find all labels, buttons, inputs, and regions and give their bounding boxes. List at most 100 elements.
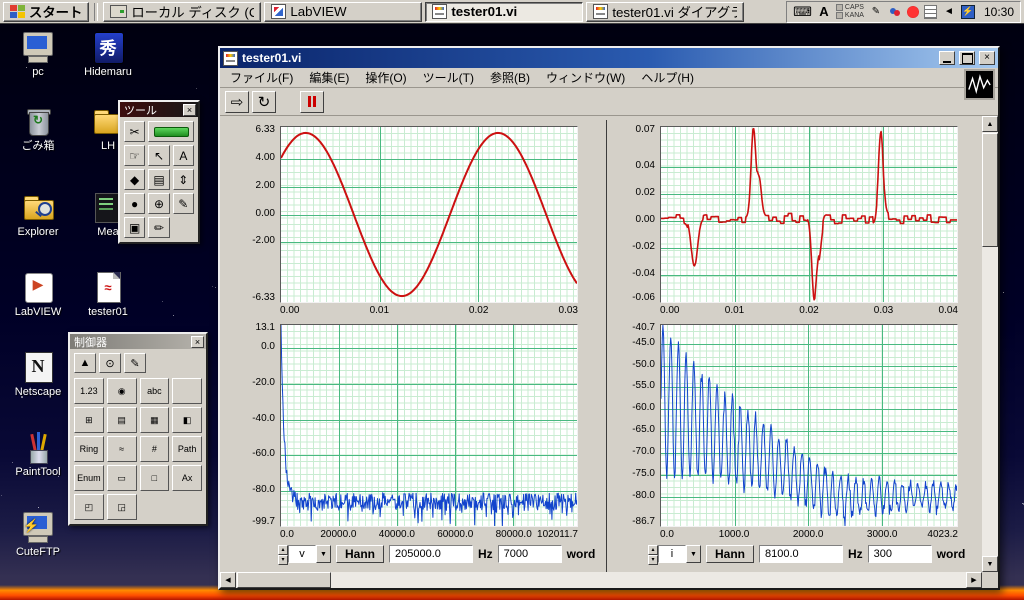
control-cell-10[interactable]: # <box>139 436 170 462</box>
menu-operate[interactable]: 操作(O) <box>357 68 414 87</box>
ring-dropdown-arrow[interactable]: ▼ <box>316 545 331 563</box>
control-cell-13[interactable]: ▭ <box>106 465 137 491</box>
horizontal-scroll-thumb[interactable] <box>237 572 331 588</box>
task-button-tester01-diagram[interactable]: tester01.vi ダイアグラム <box>586 1 745 22</box>
control-cell-5[interactable]: ▤ <box>106 407 137 433</box>
word-count-field-right[interactable]: 300 <box>867 545 932 563</box>
controls-palette-close-button[interactable]: × <box>191 335 204 348</box>
desktop-icon-pc[interactable]: pc <box>6 30 70 78</box>
control-cell-2[interactable]: abc <box>139 378 170 404</box>
task-button-tester01-vi[interactable]: tester01.vi <box>425 1 584 22</box>
tool-cell-5[interactable]: ◆ <box>124 169 146 190</box>
plot-area[interactable] <box>660 324 958 527</box>
desktop-icon-hidemaru[interactable]: 秀 Hidemaru <box>76 30 140 78</box>
control-cell-12[interactable]: Enum <box>74 465 104 491</box>
vertical-scroll-thumb[interactable] <box>982 133 998 247</box>
start-button[interactable]: スタート <box>3 1 90 22</box>
tool-cell-7[interactable]: ⇕ <box>172 169 194 190</box>
control-cell-0[interactable]: 1.23 <box>74 378 104 404</box>
tool-cell-9[interactable]: ⊕ <box>148 193 170 214</box>
desktop-icon-recycle-bin[interactable]: ↻ ごみ箱 <box>6 104 70 152</box>
word-count-field-left[interactable]: 7000 <box>497 545 562 563</box>
vertical-scrollbar[interactable]: ▲ ▼ <box>982 116 998 572</box>
control-cell-17[interactable]: ◲ <box>106 494 137 520</box>
tools-palette-close-button[interactable]: × <box>183 103 196 116</box>
pause-button[interactable] <box>300 90 324 113</box>
signal-ring-selector-right[interactable]: ▴ ▾ i ▼ <box>648 545 701 565</box>
increment-decrement[interactable]: ▴ ▾ <box>648 545 658 565</box>
tool-cell-11[interactable]: ▣ <box>124 217 146 238</box>
antivirus-icon[interactable] <box>906 5 919 18</box>
battery-icon[interactable]: ⚡ <box>960 4 975 19</box>
controls-palette-titlebar[interactable]: 制御器 × <box>70 334 206 349</box>
task-button-labview[interactable]: LabVIEW <box>264 1 423 22</box>
pen-icon[interactable]: ✎ <box>869 5 883 19</box>
minimize-button[interactable] <box>939 51 955 65</box>
maximize-button[interactable] <box>959 51 975 65</box>
desktop-icon-labview[interactable]: ▶ LabVIEW <box>6 270 70 318</box>
tool-cell-6[interactable]: ▤ <box>148 169 170 190</box>
tool-cell-1[interactable] <box>148 121 194 142</box>
palette-search-button[interactable]: ⊙ <box>99 353 121 373</box>
control-cell-15[interactable]: Ax <box>172 465 202 491</box>
scheduler-icon[interactable] <box>923 4 937 19</box>
tools-palette-titlebar[interactable]: ツール × <box>120 102 198 117</box>
volume-icon[interactable]: ◄ <box>942 5 956 19</box>
users-icon[interactable] <box>888 5 902 19</box>
plot-area[interactable] <box>280 324 578 527</box>
clock[interactable]: 10:30 <box>980 5 1014 19</box>
tool-cell-3[interactable]: ↖ <box>148 145 170 166</box>
panel-waveform-icon[interactable] <box>964 69 995 100</box>
tool-cell-0[interactable]: ✂ <box>124 121 146 142</box>
run-continuous-button[interactable]: ↻ <box>252 90 276 113</box>
sample-rate-field-left[interactable]: 205000.0 <box>389 545 473 563</box>
control-cell-16[interactable]: ◰ <box>74 494 104 520</box>
control-cell-4[interactable]: ⊞ <box>74 407 104 433</box>
close-button[interactable]: × <box>979 51 995 65</box>
menu-help[interactable]: ヘルプ(H) <box>633 68 702 87</box>
control-cell-3[interactable] <box>172 378 202 404</box>
window-function-selector-left[interactable]: Hann <box>336 545 384 563</box>
scroll-up-button[interactable]: ▲ <box>982 116 998 132</box>
control-cell-11[interactable]: Path <box>172 436 202 462</box>
desktop-icon-explorer[interactable]: Explorer <box>6 190 70 238</box>
increment-decrement[interactable]: ▴ ▾ <box>278 545 288 565</box>
control-cell-8[interactable]: Ring <box>74 436 104 462</box>
scroll-down-button[interactable]: ▼ <box>982 556 998 572</box>
plot-area[interactable] <box>280 126 578 303</box>
control-cell-7[interactable]: ◧ <box>172 407 202 433</box>
control-cell-9[interactable]: ≈ <box>106 436 137 462</box>
tool-cell-8[interactable]: ● <box>124 193 146 214</box>
menu-browse[interactable]: 参照(B) <box>482 68 538 87</box>
scroll-right-button[interactable]: ▶ <box>966 572 982 588</box>
scroll-left-button[interactable]: ◀ <box>220 572 236 588</box>
horizontal-scroll-track[interactable] <box>236 572 966 588</box>
menu-window[interactable]: ウィンドウ(W) <box>538 68 633 87</box>
sample-rate-field-right[interactable]: 8100.0 <box>759 545 843 563</box>
tool-cell-10[interactable]: ✎ <box>172 193 194 214</box>
palette-edit-button[interactable]: ✎ <box>124 353 146 373</box>
control-cell-6[interactable]: ▦ <box>139 407 170 433</box>
vertical-scroll-track[interactable] <box>982 132 998 556</box>
task-button-local-disk[interactable]: ローカル ディスク (C:) <box>103 1 262 22</box>
ime-mode-indicator[interactable]: A <box>817 4 831 19</box>
desktop-icon-painttool[interactable]: PaintTool <box>6 430 70 478</box>
horizontal-scrollbar[interactable]: ◀ ▶ <box>220 572 982 588</box>
tool-cell-12[interactable]: ✏ <box>148 217 170 238</box>
desktop-icon-cuteftp[interactable]: ⚡ CuteFTP <box>6 510 70 558</box>
control-cell-1[interactable]: ◉ <box>106 378 137 404</box>
plot-area[interactable] <box>660 126 958 303</box>
ring-dropdown-arrow[interactable]: ▼ <box>686 545 701 563</box>
window-titlebar[interactable]: tester01.vi × <box>220 48 998 68</box>
palette-up-button[interactable]: ▲ <box>74 353 96 373</box>
desktop-icon-tester01[interactable]: ≈ tester01 <box>76 270 140 318</box>
desktop-icon-netscape[interactable]: N Netscape <box>6 350 70 398</box>
menu-file[interactable]: ファイル(F) <box>222 68 301 87</box>
menu-tools[interactable]: ツール(T) <box>415 68 482 87</box>
tool-cell-2[interactable]: ☞ <box>124 145 146 166</box>
signal-ring-selector-left[interactable]: ▴ ▾ v ▼ <box>278 545 331 565</box>
menu-edit[interactable]: 編集(E) <box>301 68 357 87</box>
run-button[interactable]: ⇨ <box>225 90 249 113</box>
keyboard-icon[interactable]: ⌨ <box>793 4 812 20</box>
tool-cell-4[interactable]: A <box>172 145 194 166</box>
